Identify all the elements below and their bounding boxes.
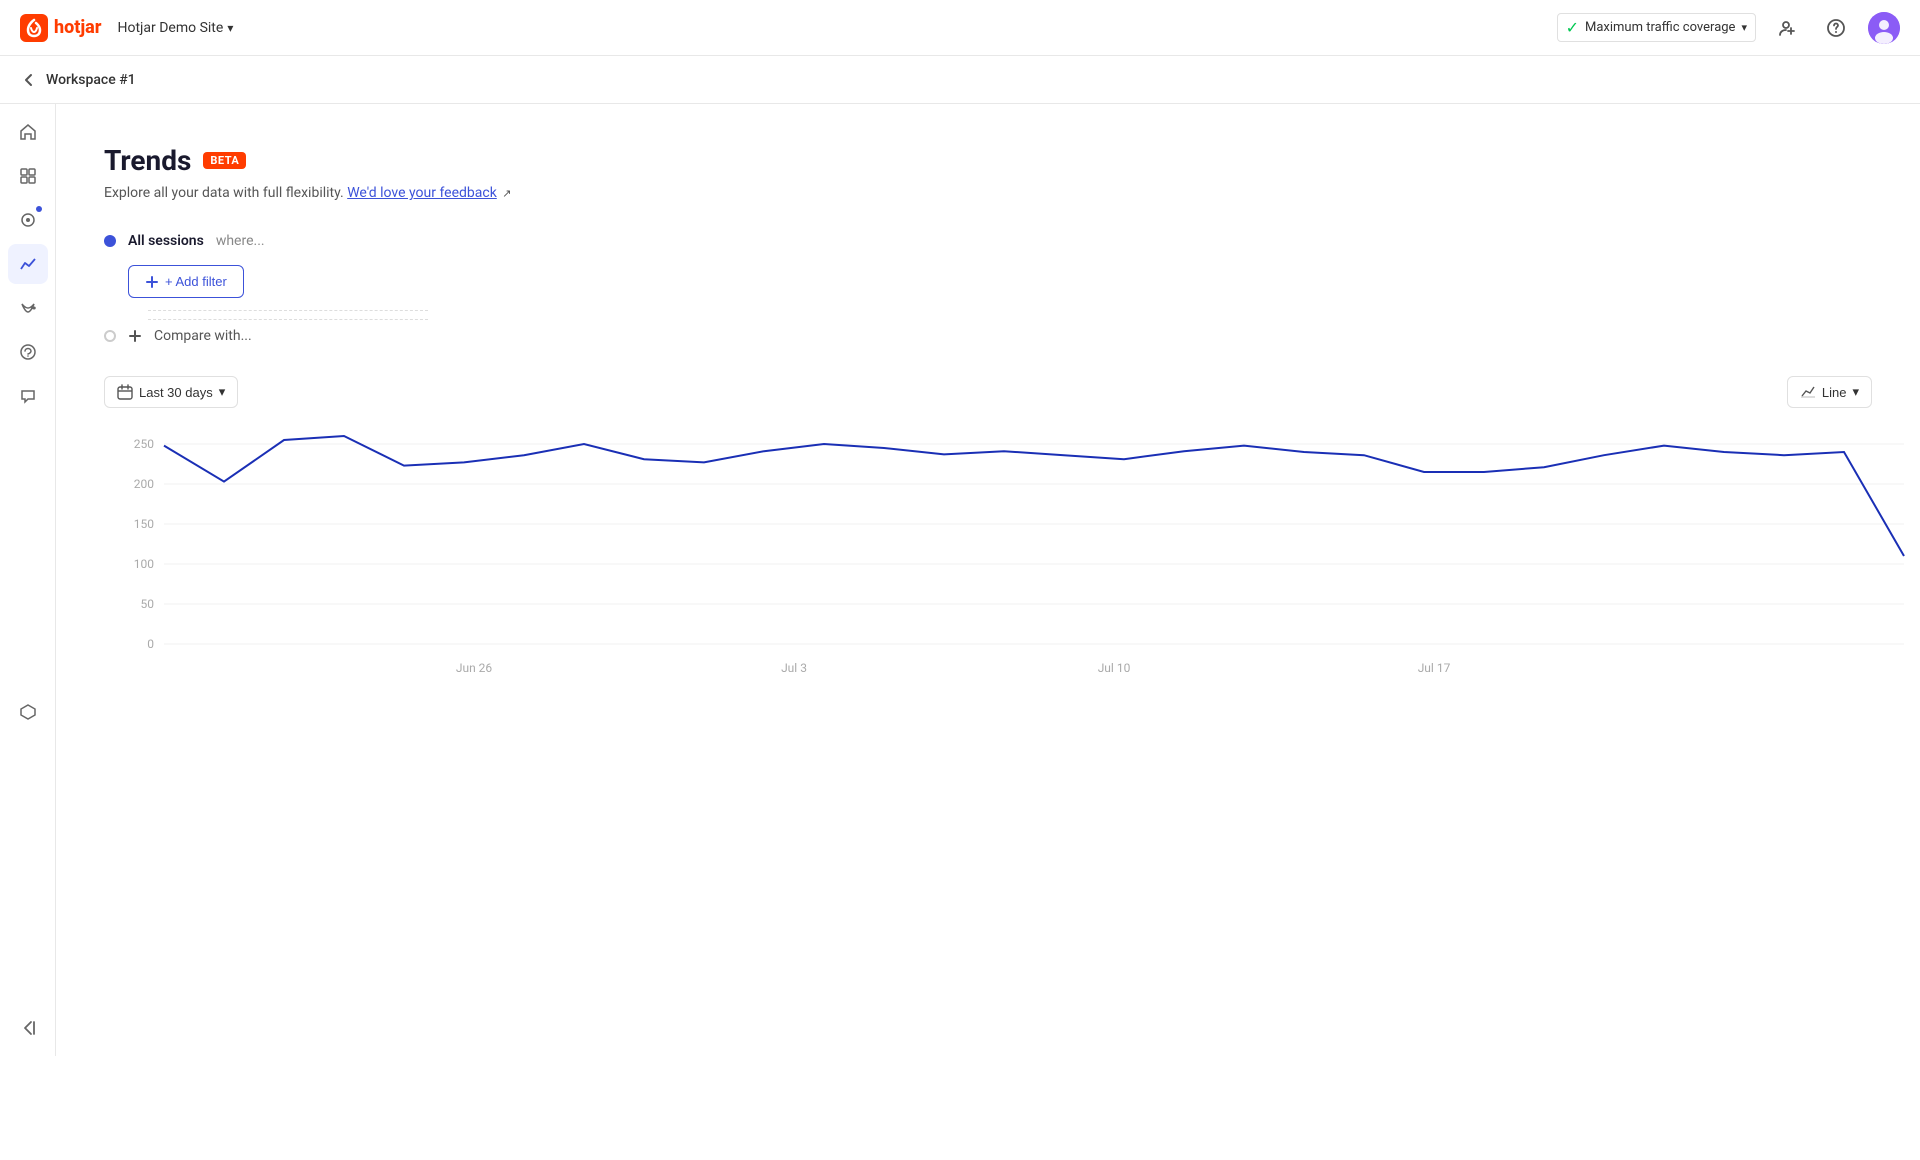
sidebar-item-integrations[interactable] xyxy=(8,692,48,732)
chart-section: Last 30 days ▾ Line ▾ xyxy=(104,376,1872,708)
external-link-icon: ↗ xyxy=(502,187,511,200)
filters-section: All sessions where... + Add filter Compa… xyxy=(104,233,1872,344)
traffic-coverage-badge[interactable]: ✓ Maximum traffic coverage ▾ xyxy=(1557,13,1756,42)
dashboard-icon xyxy=(18,166,38,186)
calendar-icon xyxy=(117,384,133,400)
svg-text:100: 100 xyxy=(134,557,154,571)
site-name: Hotjar Demo Site xyxy=(118,20,224,36)
add-user-icon xyxy=(1778,18,1798,38)
back-button[interactable] xyxy=(20,71,38,89)
observe-icon xyxy=(18,210,38,230)
trends-icon xyxy=(18,254,38,274)
sidebar-item-recordings[interactable] xyxy=(8,288,48,328)
avatar-image xyxy=(1868,12,1900,44)
feedback-icon xyxy=(18,342,38,362)
integrations-icon xyxy=(18,702,38,722)
user-avatar[interactable] xyxy=(1868,12,1900,44)
sidebar-item-trends[interactable] xyxy=(8,244,48,284)
page-subtitle: Explore all your data with full flexibil… xyxy=(104,185,1872,201)
breadcrumb-text: Workspace #1 xyxy=(46,72,136,88)
page-header: Trends BETA Explore all your data with f… xyxy=(104,144,1872,201)
subtitle-text: Explore all your data with full flexibil… xyxy=(104,185,344,201)
filter-dot-primary xyxy=(104,235,116,247)
sessions-label: All sessions xyxy=(128,233,204,249)
back-arrow-icon xyxy=(20,71,38,89)
chevron-down-icon: ▾ xyxy=(227,21,233,35)
chart-type-chevron: ▾ xyxy=(1852,384,1859,400)
top-navigation: hotjar Hotjar Demo Site ▾ ✓ Maximum traf… xyxy=(0,0,1920,56)
dashed-line-1 xyxy=(148,310,428,311)
sessions-where-label: where... xyxy=(216,233,265,249)
traffic-chevron-icon: ▾ xyxy=(1741,21,1747,34)
topnav-right: ✓ Maximum traffic coverage ▾ xyxy=(1557,12,1900,44)
date-range-chevron: ▾ xyxy=(219,384,226,400)
add-filter-button[interactable]: + Add filter xyxy=(128,265,244,298)
page-title-row: Trends BETA xyxy=(104,144,1872,177)
compare-label: Compare with... xyxy=(154,328,252,344)
plus-icon-compare xyxy=(128,329,142,343)
svg-text:250: 250 xyxy=(134,437,154,451)
help-icon xyxy=(1826,18,1846,38)
sidebar-item-home[interactable] xyxy=(8,112,48,152)
date-range-button[interactable]: Last 30 days ▾ xyxy=(104,376,238,408)
svg-text:Jul 17: Jul 17 xyxy=(1418,661,1451,675)
dashed-line-2 xyxy=(148,319,428,320)
sidebar-item-observe[interactable] xyxy=(8,200,48,240)
help-button[interactable] xyxy=(1820,12,1852,44)
chart-type-button[interactable]: Line ▾ xyxy=(1787,376,1872,408)
sidebar xyxy=(0,104,56,1056)
date-range-label: Last 30 days xyxy=(139,385,213,400)
svg-text:50: 50 xyxy=(141,597,155,611)
session-filter-row: All sessions where... xyxy=(104,233,1872,249)
site-selector[interactable]: Hotjar Demo Site ▾ xyxy=(110,16,242,40)
check-circle-icon: ✓ xyxy=(1566,18,1579,37)
chart-controls: Last 30 days ▾ Line ▾ xyxy=(104,376,1872,408)
sidebar-item-dashboard[interactable] xyxy=(8,156,48,196)
svg-text:0: 0 xyxy=(147,637,154,651)
sidebar-item-surveys[interactable] xyxy=(8,376,48,416)
hotjar-logo-icon xyxy=(20,14,48,42)
feedback-link[interactable]: We'd love your feedback xyxy=(347,185,497,201)
sidebar-item-feedback[interactable] xyxy=(8,332,48,372)
home-icon xyxy=(18,122,38,142)
svg-text:150: 150 xyxy=(134,517,154,531)
plus-icon xyxy=(145,275,159,289)
add-filter-label: + Add filter xyxy=(165,274,227,289)
svg-text:200: 200 xyxy=(134,477,154,491)
line-chart-svg: 250 200 150 100 50 0 Jun 26 Jul 3 Jul 10… xyxy=(104,424,1920,704)
sidebar-item-collapse[interactable] xyxy=(8,1008,48,1048)
page-title: Trends xyxy=(104,144,191,177)
recordings-icon xyxy=(18,298,38,318)
surveys-icon xyxy=(18,386,38,406)
beta-badge: BETA xyxy=(203,152,246,169)
traffic-coverage-label: Maximum traffic coverage xyxy=(1585,20,1735,35)
add-user-button[interactable] xyxy=(1772,12,1804,44)
main-content: Trends BETA Explore all your data with f… xyxy=(56,104,1920,748)
svg-text:Jul 3: Jul 3 xyxy=(781,661,807,675)
filter-dot-empty xyxy=(104,330,116,342)
breadcrumb-bar: Workspace #1 xyxy=(0,56,1920,104)
hotjar-logo[interactable]: hotjar xyxy=(20,14,102,42)
svg-text:Jul 10: Jul 10 xyxy=(1098,661,1131,675)
svg-text:Jun 26: Jun 26 xyxy=(456,661,493,675)
logo-text: hotjar xyxy=(54,17,102,38)
collapse-icon xyxy=(18,1018,38,1038)
chart-container: 250 200 150 100 50 0 Jun 26 Jul 3 Jul 10… xyxy=(104,424,1872,708)
compare-row[interactable]: Compare with... xyxy=(104,328,1872,344)
topnav-left: hotjar Hotjar Demo Site ▾ xyxy=(20,14,241,42)
separator-lines xyxy=(128,310,1872,320)
line-chart-icon xyxy=(1800,384,1816,400)
chart-type-label: Line xyxy=(1822,385,1847,400)
notification-dot xyxy=(36,206,42,212)
